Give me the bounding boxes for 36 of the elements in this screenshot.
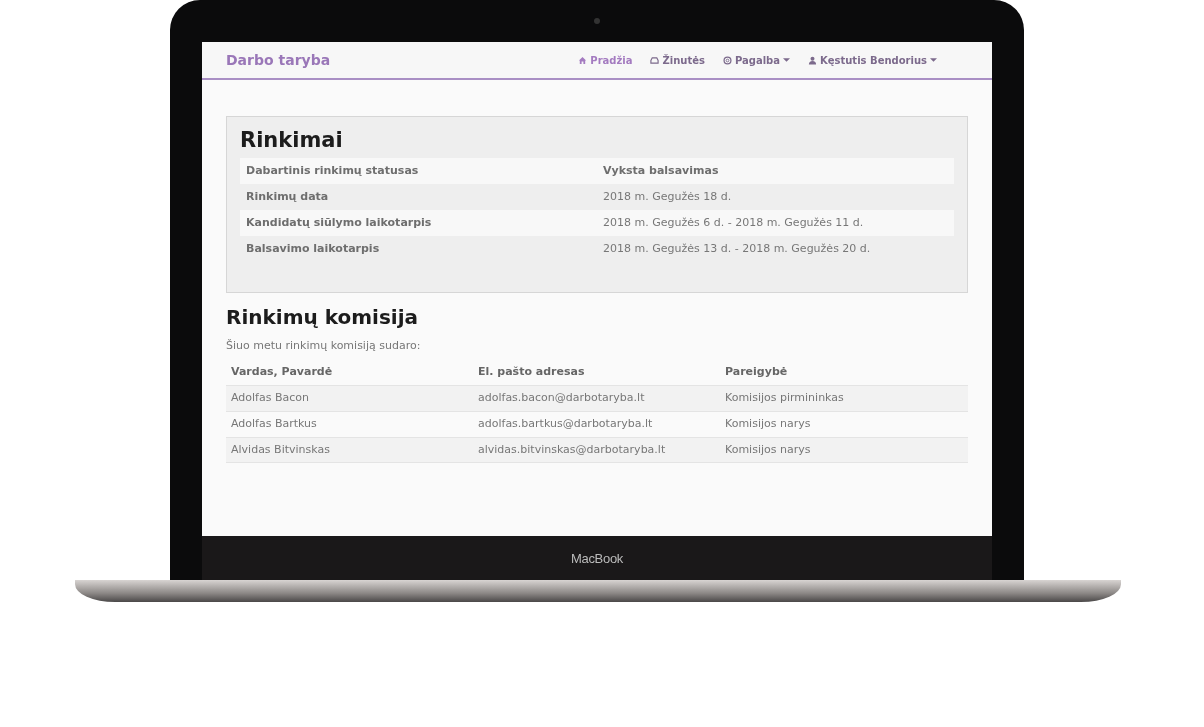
intro-text: Šiuo metu rinkimų komisiją sudaro: [226,338,422,355]
table-cell-text: Adolfas Bartkus [230,416,318,432]
caret-icon [783,58,790,62]
row-label: Rinkimų data [245,189,330,205]
column-header: Vardas, Pavardė [230,363,334,380]
nav-link[interactable]: Pagalba [713,52,799,68]
table-cell-text: Alvidas Bitvinskas [230,441,331,458]
column-header: El. pašto adresas [477,363,586,380]
tray-icon [650,55,660,65]
table-cell-text: Adolfas Bacon [230,390,310,406]
caret-icon [930,58,937,62]
nav-link[interactable]: Kęstutis Bendorius [799,52,946,68]
home-icon [578,55,588,65]
nav-link[interactable]: Žinutės [641,52,714,68]
table-cell-text: Komisijos pirmininkas [724,390,844,406]
nav-link[interactable]: Pradžia [569,52,642,68]
row-value: Vyksta balsavimas [602,163,719,179]
row-label: Dabartinis rinkimų statusas [245,163,420,179]
row-value: 2018 m. Gegužės 13 d. - 2018 m. Gegužės 20 d. [602,241,871,257]
device-label: MacBook [570,551,624,565]
panel-title: Rinkimai [240,127,344,154]
lifebuoy-icon [722,55,732,65]
table-cell-text: adolfas.bacon@darbotaryba.lt [477,390,646,406]
brand-link[interactable]: Darbo taryba [226,49,331,71]
table-cell-text: Komisijos narys [724,416,811,432]
row-label: Kandidatų siūlymo laikotarpis [245,215,433,231]
table-cell-text: adolfas.bartkus@darbotaryba.lt [477,416,654,432]
row-value: 2018 m. Gegužės 18 d. [602,189,732,205]
section-title: Rinkimų komisija [226,305,419,330]
table-cell-text: alvidas.bitvinskas@darbotaryba.lt [477,441,667,458]
table-cell-text: Komisijos narys [724,441,811,458]
column-header: Pareigybė [724,363,788,380]
camera-icon [594,18,600,24]
user-icon [808,55,817,65]
row-value: 2018 m. Gegužės 6 d. - 2018 m. Gegužės 11 d. [602,215,864,231]
row-label: Balsavimo laikotarpis [245,241,381,257]
